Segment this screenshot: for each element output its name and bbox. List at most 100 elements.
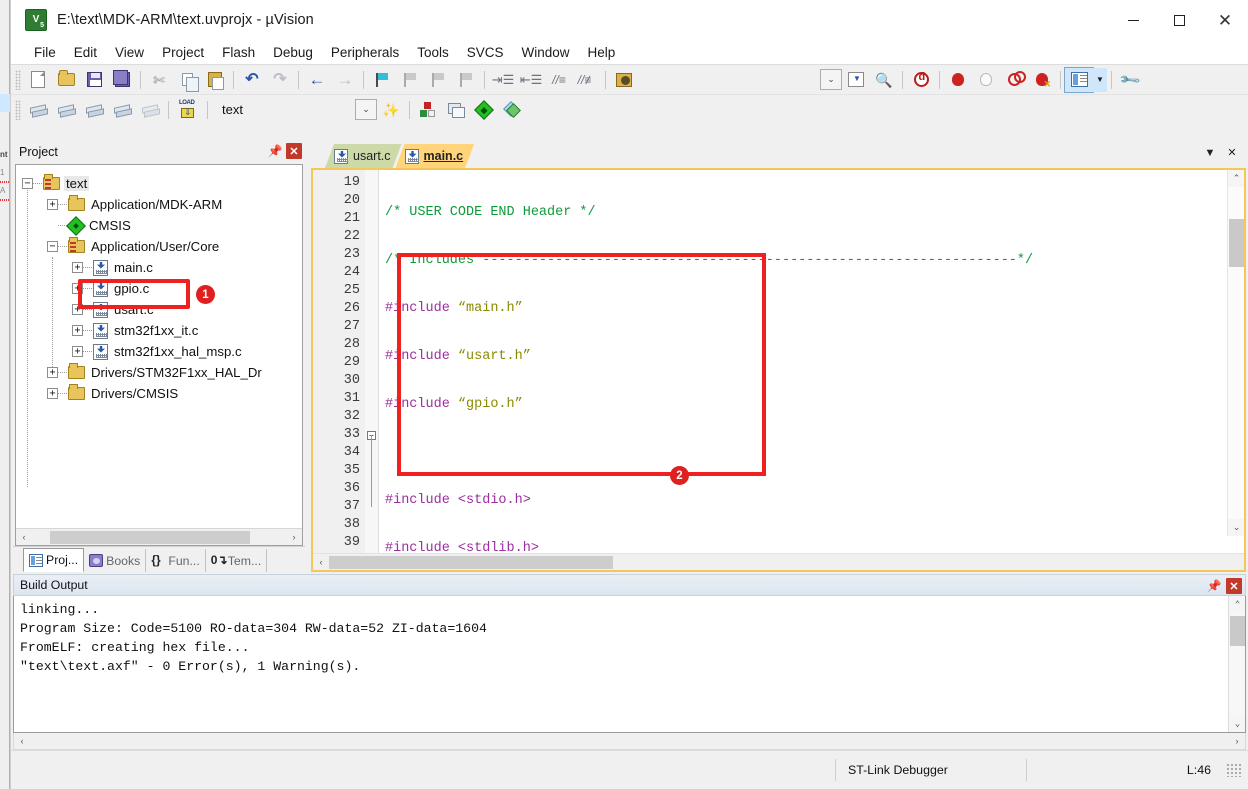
batch-build-button[interactable] bbox=[108, 98, 136, 122]
download-button[interactable]: LOAD ⇓ bbox=[173, 98, 203, 122]
resize-grip-icon[interactable] bbox=[1226, 763, 1242, 777]
tree-item-gpio-c[interactable]: + gpio.c bbox=[22, 278, 302, 299]
close-button[interactable]: ✕ bbox=[1202, 0, 1248, 40]
tree-expander[interactable]: + bbox=[72, 346, 83, 357]
tree-item-application-mdk-arm[interactable]: + Application/MDK-ARM bbox=[22, 194, 302, 215]
hscroll-thumb[interactable] bbox=[329, 555, 613, 569]
indent-right-button[interactable]: ⇥☰ bbox=[489, 68, 517, 92]
kill-all-breakpoints-button[interactable] bbox=[1028, 68, 1056, 92]
code-text[interactable]: /* USER CODE END Header */ /* Includes -… bbox=[379, 170, 1244, 553]
menu-view[interactable]: View bbox=[106, 43, 153, 62]
window-layout-button[interactable] bbox=[1064, 66, 1094, 93]
tree-expander[interactable]: + bbox=[72, 262, 83, 273]
tree-expander[interactable]: + bbox=[47, 388, 58, 399]
editor-tab-main-c[interactable]: main.c bbox=[396, 144, 475, 168]
enable-breakpoint-button[interactable] bbox=[972, 68, 1000, 92]
scroll-right-arrow-icon[interactable]: › bbox=[1229, 733, 1245, 749]
code-hscrollbar[interactable]: ‹ bbox=[313, 553, 1244, 570]
toolbar-grip[interactable] bbox=[15, 69, 21, 90]
vscroll-track[interactable] bbox=[1228, 187, 1244, 519]
rebuild-button[interactable] bbox=[80, 98, 108, 122]
editor-tab-close-button[interactable]: ✕ bbox=[1222, 143, 1242, 162]
menu-peripherals[interactable]: Peripherals bbox=[322, 43, 408, 62]
translate-button[interactable] bbox=[24, 98, 52, 122]
comment-button[interactable]: //≡ bbox=[545, 68, 573, 92]
target-selector-value[interactable]: text bbox=[222, 102, 243, 117]
menu-file[interactable]: File bbox=[25, 43, 65, 62]
cmsis-button[interactable] bbox=[470, 98, 498, 122]
tree-item-drivers-stm32f1xx-hal[interactable]: + Drivers/STM32F1xx_HAL_Dr bbox=[22, 362, 302, 383]
tree-expander[interactable]: + bbox=[72, 283, 83, 294]
code-folding-gutter[interactable]: − bbox=[365, 170, 379, 553]
tree-expander[interactable]: + bbox=[72, 304, 83, 315]
save-all-button[interactable] bbox=[108, 68, 136, 92]
tree-item-stm32f1xx-it-c[interactable]: + stm32f1xx_it.c bbox=[22, 320, 302, 341]
tree-expander[interactable]: − bbox=[22, 178, 33, 189]
disable-all-breakpoints-button[interactable] bbox=[1000, 68, 1028, 92]
tree-expander[interactable]: + bbox=[47, 199, 58, 210]
tree-item-main-c[interactable]: + main.c bbox=[22, 257, 302, 278]
bookmark-clear-button[interactable] bbox=[452, 68, 480, 92]
menu-edit[interactable]: Edit bbox=[65, 43, 106, 62]
navigate-back-button[interactable]: ← bbox=[303, 68, 331, 92]
undo-button[interactable]: ↶ bbox=[238, 68, 266, 92]
debug-start-button[interactable] bbox=[907, 68, 935, 92]
bookmark-prev-button[interactable] bbox=[396, 68, 424, 92]
pin-icon[interactable]: 📌 bbox=[268, 143, 283, 159]
paste-button[interactable] bbox=[201, 68, 229, 92]
scroll-left-arrow-icon[interactable]: ‹ bbox=[313, 554, 329, 570]
toolbar-grip[interactable] bbox=[15, 99, 21, 120]
target-options-button[interactable] bbox=[414, 98, 442, 122]
menu-svcs[interactable]: SVCS bbox=[458, 43, 513, 62]
editor-tab-dropdown-button[interactable]: ▼ bbox=[1200, 143, 1220, 162]
manage-project-items-button[interactable]: ✨ bbox=[377, 98, 405, 122]
project-tree-container[interactable]: − text + Application/MDK-ARM CMSIS − App… bbox=[15, 164, 303, 546]
stop-build-button[interactable] bbox=[136, 98, 164, 122]
build-button[interactable] bbox=[52, 98, 80, 122]
scroll-down-arrow-icon[interactable]: ⌄ bbox=[1228, 519, 1244, 536]
bookmark-toggle-button[interactable] bbox=[368, 68, 396, 92]
menu-project[interactable]: Project bbox=[153, 43, 213, 62]
scroll-right-arrow-icon[interactable]: › bbox=[286, 529, 302, 545]
layout-dropdown-button[interactable]: ▼ bbox=[1093, 67, 1107, 92]
close-icon[interactable]: ✕ bbox=[1226, 578, 1242, 594]
tree-expander[interactable]: + bbox=[47, 367, 58, 378]
menu-window[interactable]: Window bbox=[512, 43, 578, 62]
hscroll-track[interactable] bbox=[32, 529, 286, 545]
scroll-up-arrow-icon[interactable]: ⌃ bbox=[1229, 596, 1245, 613]
hscroll-track[interactable] bbox=[329, 554, 1244, 570]
tree-item-cmsis[interactable]: CMSIS bbox=[22, 215, 302, 236]
tab-functions[interactable]: {} Fun... bbox=[146, 549, 206, 572]
multi-project-button[interactable] bbox=[442, 98, 470, 122]
tree-item-stm32f1xx-hal-msp-c[interactable]: + stm32f1xx_hal_msp.c bbox=[22, 341, 302, 362]
menu-flash[interactable]: Flash bbox=[213, 43, 264, 62]
target-selector-dropdown[interactable]: ⌄ bbox=[354, 99, 377, 120]
code-editor[interactable]: 19 20 21 22 23 24 25 26 27 28 29 30 31 3… bbox=[311, 168, 1246, 572]
open-doc-button[interactable] bbox=[610, 68, 638, 92]
menu-tools[interactable]: Tools bbox=[408, 43, 458, 62]
maximize-button[interactable] bbox=[1156, 0, 1202, 40]
open-file-button[interactable] bbox=[52, 68, 80, 92]
uncomment-button[interactable]: //≢ bbox=[573, 68, 601, 92]
scroll-left-arrow-icon[interactable]: ‹ bbox=[14, 733, 30, 749]
tab-templates[interactable]: 0↴ Tem... bbox=[206, 549, 268, 572]
minimize-button[interactable] bbox=[1110, 0, 1156, 40]
cut-button[interactable]: ✄ bbox=[145, 68, 173, 92]
scroll-up-arrow-icon[interactable]: ⌃ bbox=[1228, 170, 1244, 187]
configuration-wizard-button[interactable]: 🔧 bbox=[1116, 68, 1144, 92]
tab-books[interactable]: Books bbox=[84, 549, 147, 572]
tree-expander[interactable]: + bbox=[72, 325, 83, 336]
vscroll-thumb[interactable] bbox=[1230, 616, 1245, 646]
project-tree-hscrollbar[interactable]: ‹ › bbox=[16, 528, 302, 545]
editor-tab-usart-c[interactable]: usart.c bbox=[325, 144, 402, 168]
build-output-vscrollbar[interactable]: ⌃ ⌄ bbox=[1228, 596, 1245, 732]
save-button[interactable] bbox=[80, 68, 108, 92]
copy-button[interactable] bbox=[173, 68, 201, 92]
pin-icon[interactable]: 📌 bbox=[1207, 578, 1222, 594]
tree-item-text[interactable]: − text bbox=[22, 173, 302, 194]
menu-debug[interactable]: Debug bbox=[264, 43, 322, 62]
build-output-hscrollbar[interactable]: ‹ › bbox=[13, 733, 1246, 750]
toolbar-combo-dropdown[interactable]: ⌄ bbox=[820, 69, 842, 90]
build-output-text[interactable]: linking... Program Size: Code=5100 RO-da… bbox=[13, 596, 1246, 733]
pack-installer-button[interactable] bbox=[498, 98, 526, 122]
